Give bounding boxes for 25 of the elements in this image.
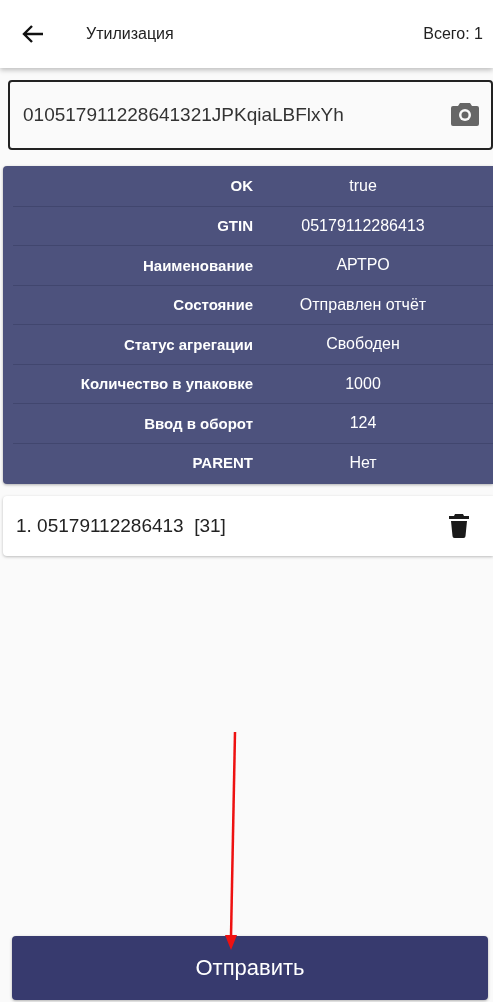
detail-value: 1000 bbox=[345, 374, 381, 393]
detail-label: PARENT bbox=[192, 454, 253, 472]
detail-label: Ввод в оборот bbox=[144, 414, 253, 432]
trash-icon bbox=[449, 514, 469, 538]
detail-value: Отправлен отчёт bbox=[299, 295, 427, 314]
detail-value: true bbox=[349, 176, 377, 195]
submit-button[interactable]: Отправить bbox=[12, 936, 488, 1000]
detail-label: Наименование bbox=[142, 256, 253, 274]
scan-field[interactable]: 010517911228641321JPKqiaLBFlxYh bbox=[8, 80, 493, 150]
detail-value: 124 bbox=[349, 414, 377, 433]
detail-value: АРТРО bbox=[336, 256, 390, 275]
detail-label: OK bbox=[230, 177, 253, 195]
item-text: 1. 05179112286413 [31] bbox=[16, 515, 227, 537]
screen-title: Утилизация bbox=[86, 25, 175, 43]
detail-value: Свободен bbox=[326, 335, 400, 354]
delete-button[interactable] bbox=[449, 514, 469, 538]
scanned-item[interactable]: 1. 05179112286413 [31] bbox=[3, 496, 493, 556]
total-count: Всего: 1 bbox=[423, 25, 483, 43]
detail-label: Статус агрегации bbox=[123, 335, 253, 353]
back-arrow-icon bbox=[22, 24, 44, 44]
detail-value: Нет bbox=[349, 453, 377, 472]
detail-label: GTIN bbox=[217, 217, 253, 235]
detail-value: 05179112286413 bbox=[301, 216, 425, 235]
detail-label: Состояние bbox=[173, 296, 253, 314]
detail-label: Количество в упаковке bbox=[80, 375, 253, 393]
